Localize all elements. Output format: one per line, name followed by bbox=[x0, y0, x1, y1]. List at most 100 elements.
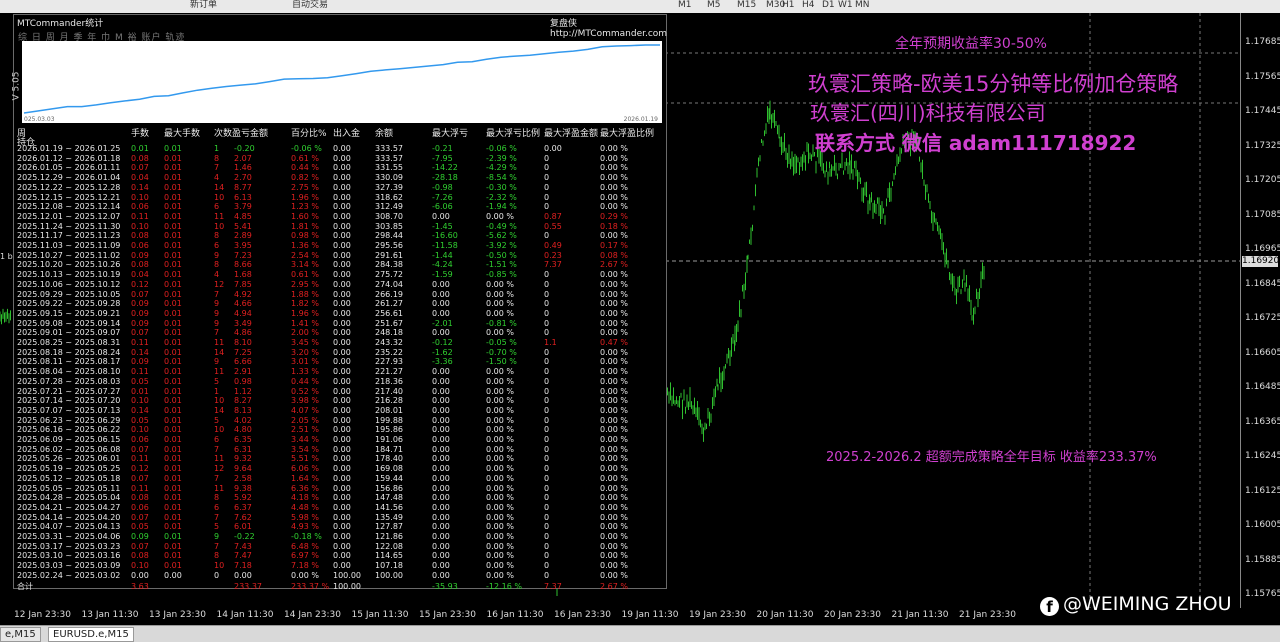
table-row[interactable]: 2025.07.21 ~ 2025.07.27 0.01 0.01 1 1.12 0.52… bbox=[14, 387, 664, 396]
tab-chart-eurusd[interactable]: EURUSD.e,M15 bbox=[48, 627, 134, 642]
table-row[interactable]: 2025.08.11 ~ 2025.08.17 0.09 0.01 9 6.66 3.01… bbox=[14, 357, 664, 366]
table-row[interactable]: 2025.05.12 ~ 2025.05.18 0.07 0.01 7 2.58 1.64… bbox=[14, 474, 664, 483]
toolbar-item[interactable]: M15 bbox=[737, 0, 756, 12]
table-row[interactable]: 2025.08.04 ~ 2025.08.10 0.11 0.01 11 2.91 1.3… bbox=[14, 367, 664, 376]
column-header[interactable]: 次数 bbox=[214, 126, 232, 139]
table-row[interactable]: 2025.10.13 ~ 2025.10.19 0.04 0.01 4 1.68 0.61… bbox=[14, 270, 664, 279]
table-cell: 0 bbox=[544, 367, 550, 377]
chart-tabs: e,M15 EURUSD.e,M15 bbox=[0, 625, 1280, 642]
table-cell: 0 bbox=[544, 182, 550, 192]
toolbar-item[interactable]: H4 bbox=[802, 0, 815, 12]
column-header[interactable]: 盈亏金额 bbox=[232, 126, 268, 139]
table-row[interactable]: 2025.09.22 ~ 2025.09.28 0.09 0.01 9 4.66 1.82… bbox=[14, 299, 664, 308]
toolbar-item[interactable]: D1 bbox=[822, 0, 835, 12]
table-row[interactable]: 2025.10.06 ~ 2025.10.12 0.12 0.01 12 7.85 2.9… bbox=[14, 280, 664, 289]
tab-chart-1[interactable]: e,M15 bbox=[0, 627, 41, 642]
table-row[interactable]: 2025.12.08 ~ 2025.12.14 0.06 0.01 6 3.79 1.23… bbox=[14, 202, 664, 211]
table-row[interactable]: 2025.06.23 ~ 2025.06.29 0.05 0.01 5 4.02 2.05… bbox=[14, 416, 664, 425]
table-cell: 3.44 % bbox=[291, 435, 319, 444]
table-row[interactable]: 2025.09.08 ~ 2025.09.14 0.09 0.01 9 3.49 1.41… bbox=[14, 319, 664, 328]
table-cell: 6 bbox=[214, 435, 220, 444]
table-row[interactable]: 2025.08.18 ~ 2025.08.24 0.14 0.01 14 7.25 3.2… bbox=[14, 348, 664, 357]
toolbar-item[interactable]: W1 bbox=[838, 0, 853, 12]
table-cell: 0.00 % bbox=[600, 202, 628, 212]
table-row[interactable]: 2025.09.15 ~ 2025.09.21 0.09 0.01 9 4.94 1.96… bbox=[14, 309, 664, 318]
table-row[interactable]: 2025.11.03 ~ 2025.11.09 0.06 0.01 6 3.95 1.36… bbox=[14, 241, 664, 250]
table-row[interactable]: 2025.06.09 ~ 2025.06.15 0.06 0.01 6 6.35 3.44… bbox=[14, 435, 664, 444]
table-row[interactable]: 2025.05.26 ~ 2025.06.01 0.11 0.01 11 9.32 5.5… bbox=[14, 454, 664, 463]
table-cell: 2025.10.27 ~ 2025.11.02 bbox=[17, 250, 121, 260]
table-row[interactable]: 2025.07.28 ~ 2025.08.03 0.05 0.01 5 0.98 0.44… bbox=[14, 377, 664, 386]
column-header[interactable]: 最大浮盈比例 bbox=[600, 126, 654, 139]
panel-title-right[interactable]: 复盘侠 http://MTCommander.com bbox=[550, 16, 667, 39]
table-row[interactable]: 2025.03.03 ~ 2025.03.09 0.10 0.01 10 7.18 7.1… bbox=[14, 561, 664, 570]
column-header[interactable]: 手数 bbox=[131, 126, 149, 139]
table-row[interactable]: 2025.12.15 ~ 2025.12.21 0.10 0.01 10 6.13 1.9… bbox=[14, 193, 664, 202]
table-cell: 9 bbox=[214, 357, 220, 367]
column-header[interactable]: 最大浮盈金额 bbox=[544, 126, 598, 139]
table-row[interactable]: 2025.03.10 ~ 2025.03.16 0.08 0.01 8 7.47 6.97… bbox=[14, 551, 664, 560]
table-row[interactable]: 2025.12.01 ~ 2025.12.07 0.11 0.01 11 4.85 1.6… bbox=[14, 212, 664, 221]
toolbar-item[interactable]: M1 bbox=[678, 0, 692, 12]
price-tick-label: 1.17085 bbox=[1245, 209, 1280, 220]
table-cell: -0.21 bbox=[432, 144, 453, 153]
table-cell: 0.08 bbox=[131, 493, 149, 503]
table-row[interactable]: 2025.11.24 ~ 2025.11.30 0.10 0.01 10 5.41 1.8… bbox=[14, 222, 664, 231]
table-cell: 0 bbox=[544, 425, 550, 435]
column-header[interactable]: 最大浮亏比例 bbox=[486, 126, 540, 139]
table-cell: 14 bbox=[214, 182, 225, 192]
table-cell: -1.51 % bbox=[486, 260, 517, 270]
column-header[interactable]: 百分比% bbox=[291, 126, 327, 139]
table-row[interactable]: 2025.04.28 ~ 2025.05.04 0.08 0.01 8 5.92 4.18… bbox=[14, 493, 664, 502]
time-tick-label: 15 Jan 23:30 bbox=[419, 610, 476, 620]
table-cell: 0.14 bbox=[131, 347, 149, 357]
table-row[interactable]: 2025.12.29 ~ 2026.01.04 0.04 0.01 4 2.70 0.82… bbox=[14, 173, 664, 182]
table-row[interactable]: 2025.09.29 ~ 2025.10.05 0.07 0.01 7 4.92 1.88… bbox=[14, 290, 664, 299]
table-row[interactable]: 2026.01.05 ~ 2026.01.11 0.07 0.01 7 1.46 0.44… bbox=[14, 163, 664, 172]
table-cell: 0.00 bbox=[432, 386, 450, 396]
table-cell: -4.29 % bbox=[486, 163, 517, 173]
table-cell: 0.01 bbox=[164, 328, 182, 338]
table-row[interactable]: 2025.12.22 ~ 2025.12.28 0.14 0.01 14 8.77 2.7… bbox=[14, 183, 664, 192]
table-row[interactable]: 2025.04.14 ~ 2025.04.20 0.07 0.01 7 7.62 5.98… bbox=[14, 513, 664, 522]
table-cell: 0.00 bbox=[333, 182, 351, 192]
table-row[interactable]: 2025.10.20 ~ 2025.10.26 0.08 0.01 8 8.66 3.14… bbox=[14, 260, 664, 269]
table-cell: 199.88 bbox=[375, 415, 403, 425]
table-row[interactable]: 2025.10.27 ~ 2025.11.02 0.09 0.01 9 7.23 2.54… bbox=[14, 251, 664, 260]
table-cell: 121.86 bbox=[375, 532, 403, 541]
table-row[interactable]: 2025.06.02 ~ 2025.06.08 0.07 0.01 7 6.31 3.54… bbox=[14, 445, 664, 454]
panel-title: MTCommander统计 bbox=[17, 19, 104, 29]
table-row[interactable]: 2025.11.17 ~ 2025.11.23 0.08 0.01 8 2.89 0.98… bbox=[14, 231, 664, 240]
table-cell: 0.00 % bbox=[600, 328, 628, 338]
table-row[interactable]: 2026.01.19 ~ 2026.01.25 0.01 0.01 1 -0.20 -0.… bbox=[14, 144, 664, 153]
toolbar-item[interactable]: MN bbox=[855, 0, 870, 12]
table-row[interactable]: 2025.07.14 ~ 2025.07.20 0.10 0.01 10 8.27 3.9… bbox=[14, 396, 664, 405]
table-row[interactable]: 2025.04.07 ~ 2025.04.13 0.05 0.01 5 6.01 4.93… bbox=[14, 522, 664, 531]
column-header[interactable]: 最大手数 bbox=[164, 126, 200, 139]
table-row[interactable]: 2025.02.24 ~ 2025.03.02 0.00 0.00 0 0.00 0.00… bbox=[14, 571, 664, 580]
table-cell: 122.08 bbox=[375, 541, 403, 551]
toolbar-item[interactable]: M5 bbox=[707, 0, 721, 12]
toolbar-item[interactable]: H1 bbox=[782, 0, 795, 12]
table-row[interactable]: 2025.03.31 ~ 2025.04.06 0.09 0.01 9 -0.22 -0.… bbox=[14, 532, 664, 541]
toolbar-item[interactable]: 新订单 bbox=[190, 0, 217, 12]
table-row[interactable]: 2025.05.19 ~ 2025.05.25 0.12 0.01 12 9.64 6.0… bbox=[14, 464, 664, 473]
table-cell: 0.00 % bbox=[600, 318, 628, 328]
table-cell: -28.18 bbox=[432, 173, 458, 183]
table-row[interactable]: 2025.09.01 ~ 2025.09.07 0.07 0.01 7 4.86 2.00… bbox=[14, 328, 664, 337]
table-row[interactable]: 2025.03.17 ~ 2025.03.23 0.07 0.01 7 7.43 6.48… bbox=[14, 542, 664, 551]
table-row[interactable]: 2026.01.12 ~ 2026.01.18 0.08 0.01 8 2.07 0.61… bbox=[14, 154, 664, 163]
mtcommander-stats-panel[interactable]: MTCommander统计 复盘侠 http://MTCommander.com… bbox=[12, 14, 667, 591]
table-row[interactable]: 2025.05.05 ~ 2025.05.11 0.11 0.01 11 9.38 6.3… bbox=[14, 484, 664, 493]
column-header[interactable]: 最大浮亏 bbox=[432, 126, 468, 139]
table-row[interactable]: 2025.08.25 ~ 2025.08.31 0.11 0.01 11 8.10 3.4… bbox=[14, 338, 664, 347]
table-row[interactable]: 2025.04.21 ~ 2025.04.27 0.06 0.01 6 6.37 4.48… bbox=[14, 503, 664, 512]
toolbar-item[interactable]: 自动交易 bbox=[292, 0, 328, 12]
table-cell: 2025.10.06 ~ 2025.10.12 bbox=[17, 279, 121, 289]
column-header[interactable]: 余额 bbox=[375, 126, 393, 139]
table-row[interactable]: 2025.07.07 ~ 2025.07.13 0.14 0.01 14 8.13 4.0… bbox=[14, 406, 664, 415]
column-header[interactable]: 出入金 bbox=[333, 126, 360, 139]
total-row[interactable]: 合计 3.63 233.37 233.37 % 100.00 -35.93 -12.16 %… bbox=[14, 582, 664, 591]
table-row[interactable]: 2025.06.16 ~ 2025.06.22 0.10 0.01 10 4.80 2.5… bbox=[14, 425, 664, 434]
table-cell: 0.07 bbox=[131, 473, 149, 483]
